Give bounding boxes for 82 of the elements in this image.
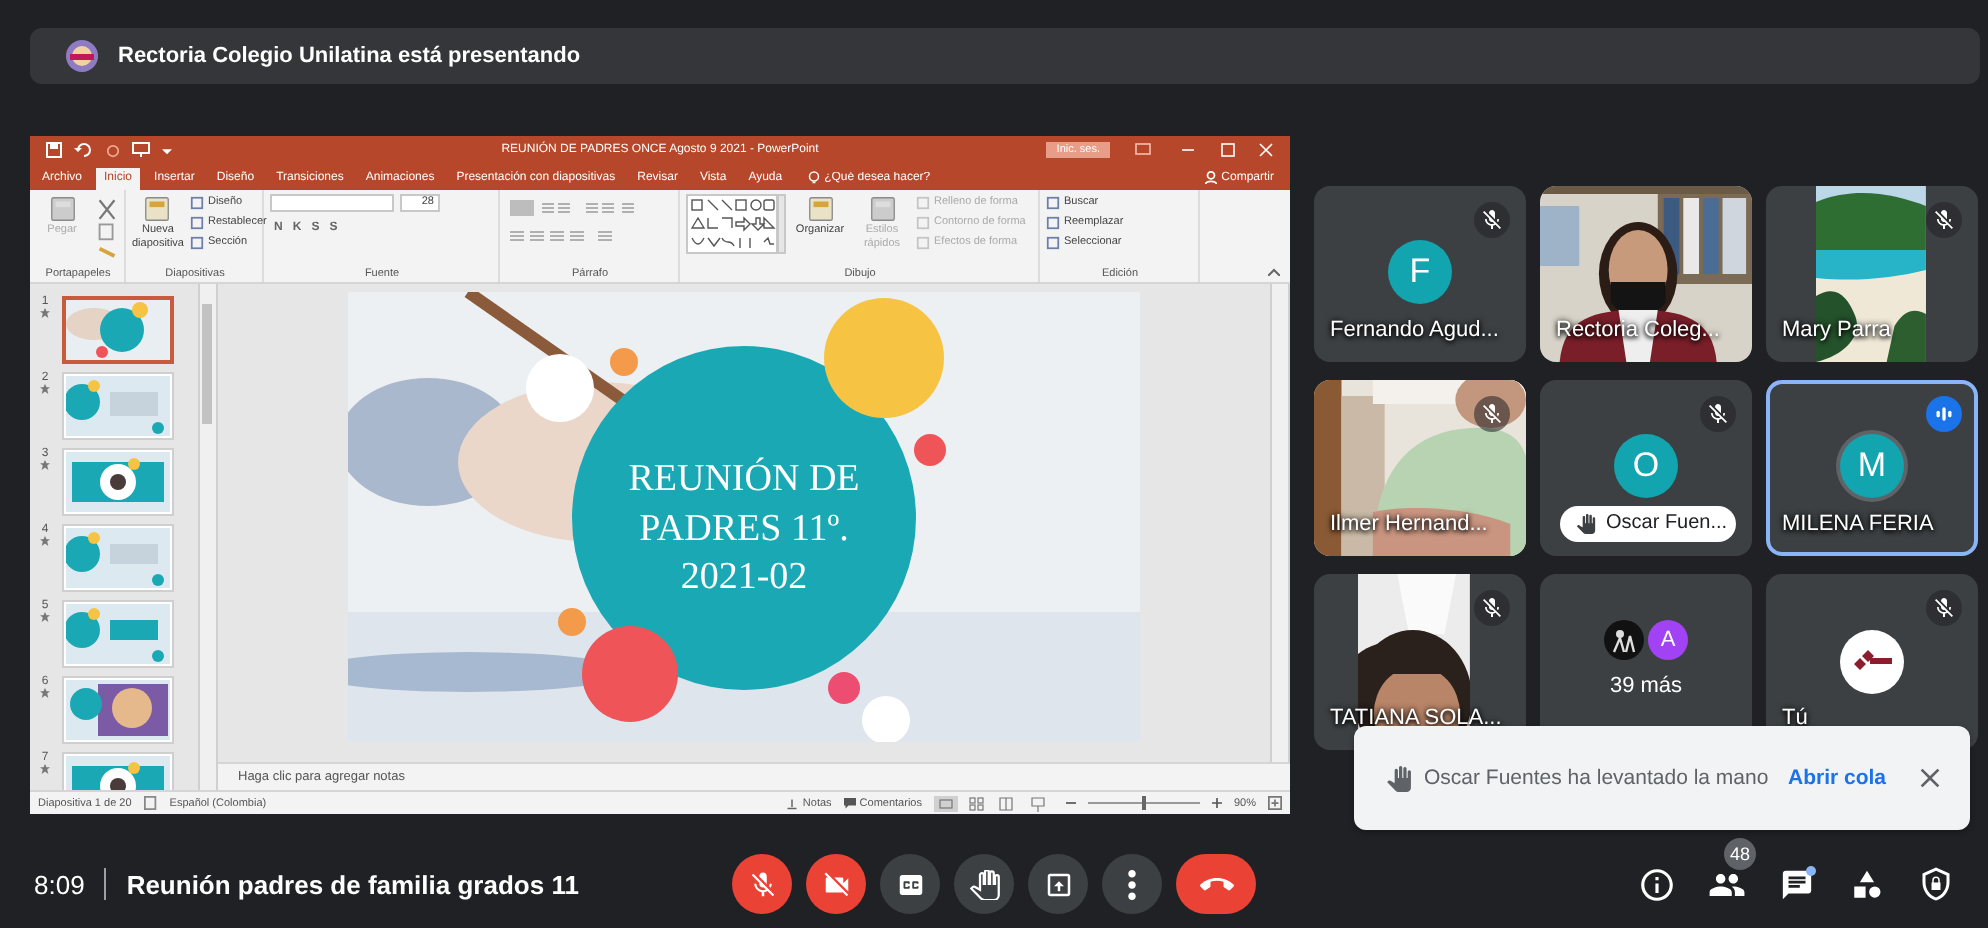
zoom-in-icon[interactable] (1211, 798, 1222, 808)
square-icon (1046, 195, 1060, 209)
animation-star-icon (40, 764, 50, 774)
square-icon (1046, 215, 1060, 229)
lightbulb-icon (808, 169, 821, 185)
zoom-out-icon[interactable] (1065, 798, 1076, 808)
notes-icon (786, 797, 799, 809)
logo-icon (1840, 629, 1904, 693)
mic-off-icon (747, 869, 777, 899)
mic-off-icon (1480, 595, 1504, 619)
mic-off-icon (1706, 401, 1730, 425)
activities-icon (1849, 867, 1883, 901)
present-screen-icon (1043, 869, 1073, 899)
avatar: A (1648, 619, 1688, 659)
info-icon (1637, 865, 1675, 903)
fit-slide-icon[interactable] (1268, 796, 1282, 810)
raise-hand-button[interactable] (954, 854, 1014, 914)
square-icon (916, 235, 930, 249)
audio-bars-icon (1934, 403, 1954, 423)
animation-star-icon (40, 460, 50, 470)
animation-star-icon (40, 308, 50, 318)
collapse-ribbon-icon[interactable] (1268, 268, 1280, 276)
more-options-button[interactable] (1102, 854, 1162, 914)
animation-star-icon (40, 536, 50, 546)
square-icon (189, 195, 204, 209)
avatar: O (1614, 433, 1678, 497)
shield-lock-icon (1918, 866, 1954, 902)
chat-icon (1779, 867, 1813, 901)
slide-thumbnail[interactable] (62, 296, 174, 364)
save-icon[interactable] (46, 142, 62, 158)
document-icon (805, 194, 835, 224)
square-icon (916, 195, 930, 209)
mic-off-icon (1480, 207, 1504, 231)
participant-name: Oscar Fuen... (1606, 512, 1728, 534)
mic-off-icon (1932, 207, 1956, 231)
present-button[interactable] (1028, 854, 1088, 914)
camera-off-icon (821, 869, 851, 899)
presenter-avatar-icon (66, 40, 98, 72)
spellcheck-icon[interactable] (143, 796, 158, 810)
hand-icon (969, 869, 999, 899)
slide-title: REUNIÓN DE PADRES 11º. 2021-02 (626, 456, 862, 602)
more-participants-label: 39 más (1609, 673, 1683, 697)
camera-button[interactable] (806, 854, 866, 914)
notification-message: Oscar Fuentes ha levantado la mano (1424, 766, 1769, 790)
participant-name: MILENA FERIA (1782, 511, 1934, 535)
avatar: M (1840, 433, 1904, 497)
square-icon (1046, 235, 1060, 249)
person-icon (1203, 170, 1218, 184)
font-name-field[interactable] (270, 194, 394, 212)
microphone-button[interactable] (732, 854, 792, 914)
animation-star-icon (40, 688, 50, 698)
window-controls-icon[interactable] (1134, 142, 1274, 158)
participant-name: Fernando Agud... (1330, 317, 1499, 341)
presenter-label: Rectoria Colegio Unilatina está presentando (118, 44, 581, 68)
scrollbar[interactable] (1270, 284, 1290, 762)
avatar: F (1388, 239, 1452, 303)
meeting-time: 8:09 (34, 869, 85, 899)
leave-call-button[interactable] (1176, 854, 1256, 914)
document-icon (142, 194, 173, 224)
participant-name: Tú (1782, 705, 1808, 729)
shapes-gallery[interactable] (686, 194, 786, 254)
avatar-icon (1604, 619, 1644, 659)
slider-thumb[interactable] (1141, 796, 1146, 810)
hand-icon (1386, 765, 1412, 791)
square-icon (916, 215, 930, 229)
meeting-title: Reunión padres de familia grados 11 (126, 869, 579, 899)
mic-off-icon (1932, 595, 1956, 619)
captions-button[interactable] (880, 854, 940, 914)
more-icon (1128, 869, 1136, 899)
scrollbar[interactable] (198, 284, 218, 790)
participant-count-badge: 48 (1724, 838, 1756, 870)
square-icon (189, 215, 204, 229)
slideshow-icon[interactable] (132, 142, 150, 158)
mic-off-icon (1480, 401, 1504, 425)
animation-star-icon (40, 612, 50, 622)
square-icon (189, 235, 204, 249)
undo-icon[interactable] (74, 142, 94, 158)
hand-icon (1576, 513, 1596, 533)
comment-icon (843, 797, 856, 809)
open-queue-link[interactable]: Abrir cola (1771, 766, 1886, 790)
animation-star-icon (40, 384, 50, 394)
captions-icon (895, 869, 925, 899)
